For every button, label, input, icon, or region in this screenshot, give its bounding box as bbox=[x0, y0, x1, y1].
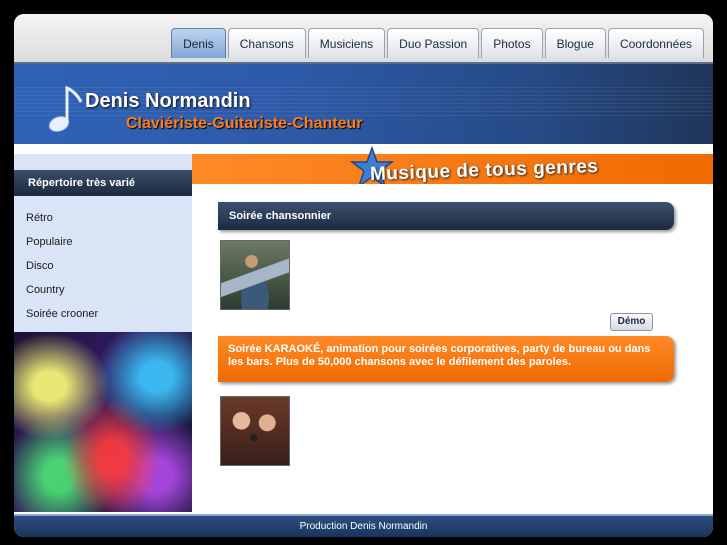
tab-denis[interactable]: Denis bbox=[171, 28, 226, 58]
sidebar: Répertoire très varié Rétro Populaire Di… bbox=[14, 154, 192, 512]
karaoke-photo bbox=[220, 396, 290, 466]
sidebar-item-retro[interactable]: Rétro bbox=[14, 206, 192, 230]
karaoke-description: Soirée KARAOKÉ, animation pour soirées c… bbox=[218, 336, 674, 382]
main-content: Soirée chansonnier Démo Soirée KARAOKÉ, … bbox=[192, 184, 713, 512]
tab-coordonnees[interactable]: Coordonnées bbox=[607, 28, 704, 58]
main-nav: Denis Chansons Musiciens Duo Passion Pho… bbox=[171, 28, 704, 58]
guitarist-photo bbox=[220, 240, 290, 310]
sidebar-item-country[interactable]: Country bbox=[14, 278, 192, 302]
disco-lights-image bbox=[14, 332, 192, 512]
sidebar-menu: Rétro Populaire Disco Country Soirée cro… bbox=[14, 206, 192, 326]
top-nav-bar: Denis Chansons Musiciens Duo Passion Pho… bbox=[14, 14, 713, 64]
sidebar-item-disco[interactable]: Disco bbox=[14, 254, 192, 278]
sidebar-heading: Répertoire très varié bbox=[14, 170, 192, 196]
site-title: Denis Normandin bbox=[85, 90, 251, 112]
tab-blogue[interactable]: Blogue bbox=[544, 28, 606, 58]
site-subtitle: Claviériste-Guitariste-Chanteur bbox=[126, 115, 363, 132]
music-note-icon bbox=[48, 85, 83, 132]
section-title-chansonnier: Soirée chansonnier bbox=[218, 202, 674, 230]
page: Denis Chansons Musiciens Duo Passion Pho… bbox=[14, 14, 713, 537]
tab-photos[interactable]: Photos bbox=[481, 28, 543, 58]
demo-button[interactable]: Démo bbox=[610, 313, 653, 331]
sidebar-item-soiree-crooner[interactable]: Soirée crooner bbox=[14, 302, 192, 326]
tab-duo-passion[interactable]: Duo Passion bbox=[387, 28, 480, 58]
tab-chansons[interactable]: Chansons bbox=[227, 28, 306, 58]
tab-musiciens[interactable]: Musiciens bbox=[307, 28, 386, 58]
header-banner: Denis Normandin Claviériste-Guitariste-C… bbox=[14, 64, 713, 144]
sidebar-item-populaire[interactable]: Populaire bbox=[14, 230, 192, 254]
footer: Production Denis Normandin bbox=[14, 514, 713, 537]
